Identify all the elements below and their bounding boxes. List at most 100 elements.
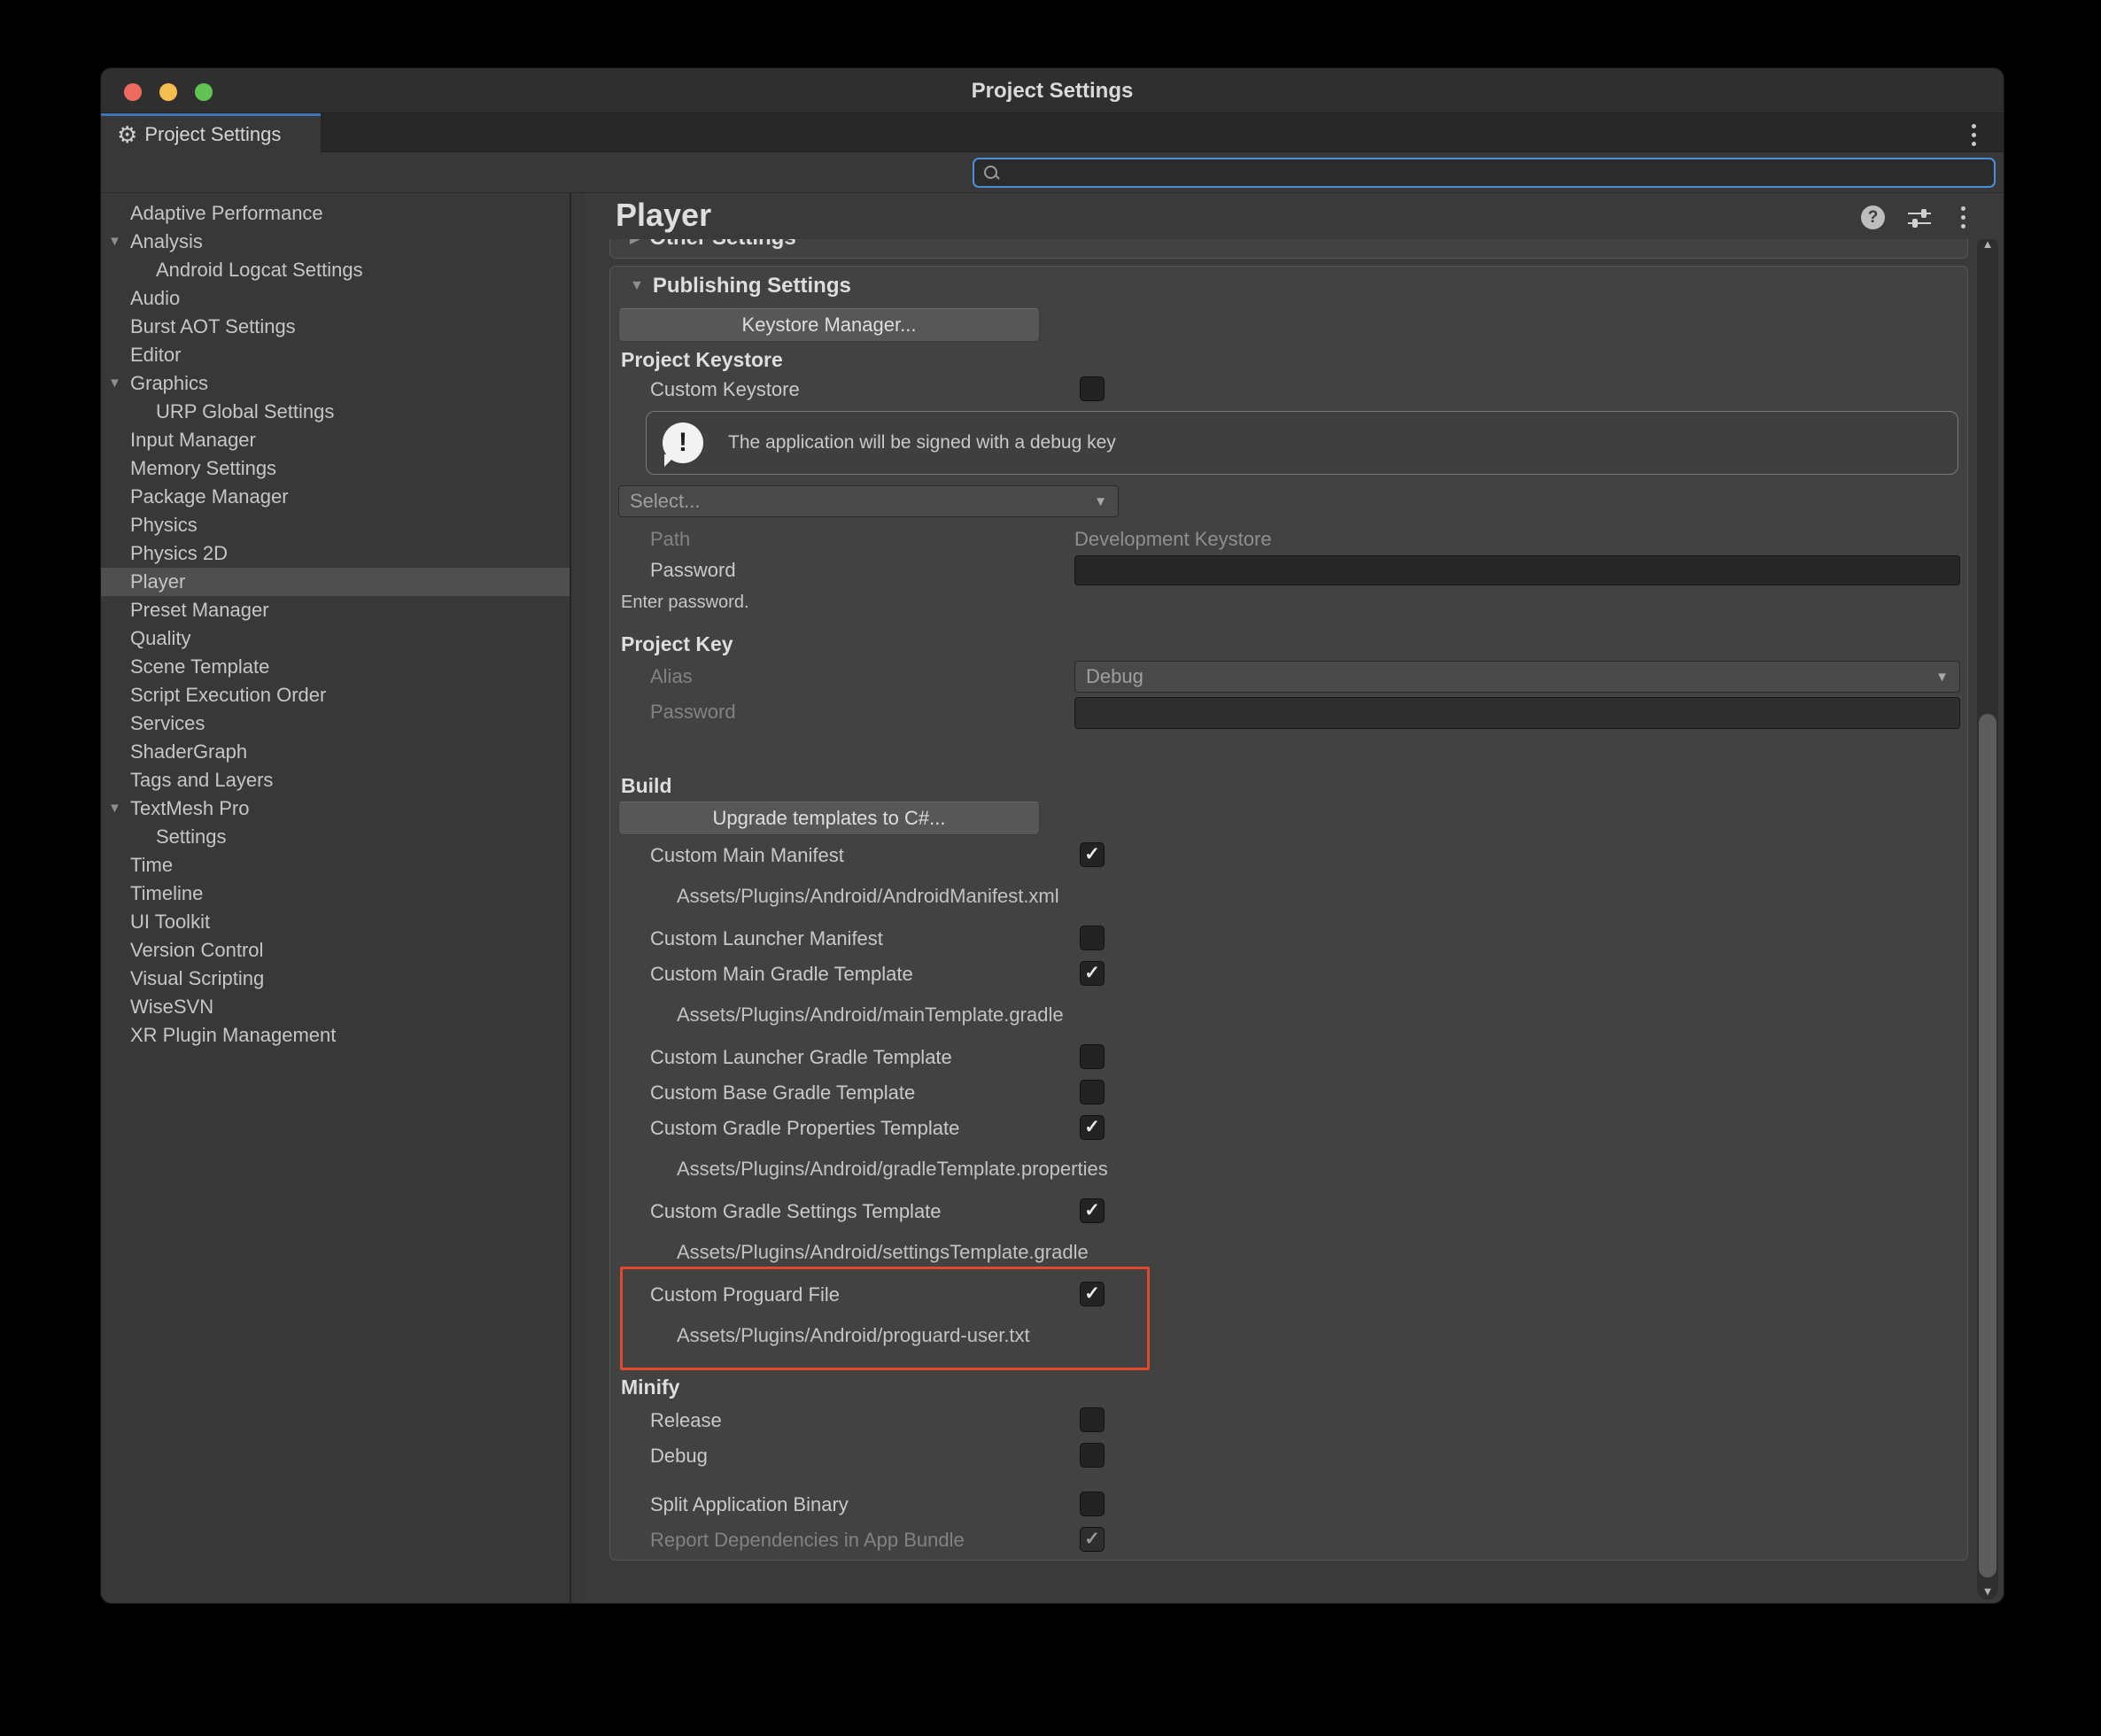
keystore-select-dropdown[interactable]: Select... ▼: [618, 485, 1119, 517]
debug-label: Debug: [650, 1445, 708, 1468]
scroll-up-icon[interactable]: ▲: [1977, 237, 1998, 251]
vertical-scrollbar[interactable]: ▲ ▼: [1977, 236, 1998, 1600]
sidebar-item-xr-plugin-management[interactable]: ▼ XR Plugin Management: [101, 1021, 570, 1050]
sidebar-item-wisesvn[interactable]: ▼ WiseSVN: [101, 993, 570, 1021]
search-icon: [983, 165, 999, 181]
sidebar-item-tags-and-layers[interactable]: ▼ Tags and Layers: [101, 766, 570, 794]
foldout-triangle-icon[interactable]: ▼: [108, 228, 121, 256]
sidebar-item-version-control[interactable]: ▼ Version Control: [101, 936, 570, 965]
setting-path: Assets/Plugins/Android/gradleTemplate.pr…: [677, 1158, 1108, 1181]
split-application-binary-checkbox[interactable]: [1080, 1492, 1105, 1516]
release-label: Release: [650, 1409, 722, 1432]
tab-project-settings[interactable]: ⚙ Project Settings: [101, 113, 321, 152]
sidebar-item-burst-aot-settings[interactable]: ▼ Burst AOT Settings: [101, 313, 570, 341]
annotation-highlight-box: [620, 1267, 1150, 1370]
custom-gradle-settings-template-checkbox[interactable]: ✓: [1080, 1198, 1105, 1223]
custom-main-manifest-label: Custom Main Manifest: [650, 844, 844, 867]
custom-main-gradle-template-label: Custom Main Gradle Template: [650, 963, 913, 986]
sidebar-item-textmesh-pro[interactable]: ▼ TextMesh Pro: [101, 794, 570, 823]
custom-launcher-gradle-template-checkbox[interactable]: [1080, 1044, 1105, 1069]
chevron-down-icon: ▼: [1094, 494, 1107, 509]
warning-text: The application will be signed with a de…: [728, 432, 1116, 453]
warning-icon: !: [663, 422, 703, 463]
key-password-field[interactable]: [1074, 697, 1960, 729]
sidebar-item-physics[interactable]: ▼ Physics: [101, 511, 570, 539]
search-input[interactable]: [999, 159, 1994, 186]
sidebar-item-settings[interactable]: ▼ Settings: [101, 823, 570, 851]
sidebar-item-quality[interactable]: ▼ Quality: [101, 624, 570, 653]
split-application-binary-label: Split Application Binary: [650, 1493, 849, 1516]
custom-base-gradle-template-label: Custom Base Gradle Template: [650, 1081, 915, 1104]
gear-icon: ⚙: [117, 123, 137, 146]
alias-label: Alias: [650, 665, 693, 688]
project-settings-window: Project Settings ⚙ Project Settings ▼ Ad…: [101, 68, 2004, 1603]
report-dependencies-in-app-bundle-checkbox[interactable]: ✓: [1080, 1527, 1105, 1552]
settings-category-list: ▼ Adaptive Performance ▼ Analysis ▼ Andr…: [101, 193, 571, 1603]
sidebar-item-shadergraph[interactable]: ▼ ShaderGraph: [101, 738, 570, 766]
tab-bar: ⚙ Project Settings: [101, 113, 2004, 152]
help-icon[interactable]: ?: [1861, 205, 1885, 229]
sidebar-item-timeline[interactable]: ▼ Timeline: [101, 880, 570, 908]
chevron-down-icon: ▼: [1935, 670, 1949, 685]
custom-main-manifest-checkbox[interactable]: ✓: [1080, 842, 1105, 867]
debug-checkbox[interactable]: [1080, 1443, 1105, 1468]
foldout-triangle-icon: ▼: [630, 278, 644, 294]
keystore-manager-button[interactable]: Keystore Manager...: [618, 308, 1040, 342]
sidebar-item-visual-scripting[interactable]: ▼ Visual Scripting: [101, 965, 570, 993]
foldout-triangle-icon[interactable]: ▼: [108, 369, 121, 398]
custom-keystore-checkbox[interactable]: [1080, 376, 1105, 401]
sidebar-item-analysis[interactable]: ▼ Analysis: [101, 228, 570, 256]
setting-path: Assets/Plugins/Android/mainTemplate.grad…: [677, 1004, 1064, 1027]
publishing-settings-group: ▼ Publishing Settings Keystore Manager..…: [609, 266, 1968, 1561]
scroll-down-icon[interactable]: ▼: [1977, 1585, 1998, 1598]
custom-launcher-manifest-label: Custom Launcher Manifest: [650, 927, 883, 950]
report-dependencies-in-app-bundle-label: Report Dependencies in App Bundle: [650, 1529, 965, 1552]
sidebar-item-android-logcat-settings[interactable]: ▼ Android Logcat Settings: [101, 256, 570, 284]
sidebar-item-memory-settings[interactable]: ▼ Memory Settings: [101, 454, 570, 483]
project-keystore-header: Project Keystore: [621, 348, 783, 372]
setting-path: Assets/Plugins/Android/proguard-user.txt: [677, 1324, 1030, 1347]
custom-base-gradle-template-checkbox[interactable]: [1080, 1080, 1105, 1104]
sidebar-item-audio[interactable]: ▼ Audio: [101, 284, 570, 313]
custom-gradle-properties-template-label: Custom Gradle Properties Template: [650, 1117, 959, 1140]
sidebar-item-input-manager[interactable]: ▼ Input Manager: [101, 426, 570, 454]
sidebar-item-services[interactable]: ▼ Services: [101, 709, 570, 738]
alias-dropdown[interactable]: Debug ▼: [1074, 661, 1960, 693]
sidebar-item-ui-toolkit[interactable]: ▼ UI Toolkit: [101, 908, 570, 936]
sidebar-item-scene-template[interactable]: ▼ Scene Template: [101, 653, 570, 681]
setting-path: Assets/Plugins/Android/settingsTemplate.…: [677, 1241, 1089, 1264]
sidebar-item-player[interactable]: ▼ Player: [101, 568, 570, 596]
sidebar-item-graphics[interactable]: ▼ Graphics: [101, 369, 570, 398]
custom-launcher-gradle-template-label: Custom Launcher Gradle Template: [650, 1046, 952, 1069]
tab-bar-menu-icon[interactable]: [1965, 124, 1982, 146]
custom-gradle-settings-template-label: Custom Gradle Settings Template: [650, 1200, 942, 1223]
foldout-triangle-icon[interactable]: ▼: [108, 794, 121, 823]
sidebar-item-urp-global-settings[interactable]: ▼ URP Global Settings: [101, 398, 570, 426]
keystore-password-field[interactable]: [1074, 555, 1960, 585]
sidebar-item-physics-2d[interactable]: ▼ Physics 2D: [101, 539, 570, 568]
player-settings-panel: ▶ Other Settings Player ? ▼ Publishing S…: [585, 193, 2004, 1603]
sidebar-item-adaptive-performance[interactable]: ▼ Adaptive Performance: [101, 199, 570, 228]
search-box[interactable]: [973, 158, 1996, 188]
sidebar-item-time[interactable]: ▼ Time: [101, 851, 570, 880]
publishing-settings-foldout[interactable]: ▼ Publishing Settings: [630, 274, 851, 298]
release-checkbox[interactable]: [1080, 1407, 1105, 1432]
keystore-path-label: Path: [650, 528, 690, 551]
sidebar-item-editor[interactable]: ▼ Editor: [101, 341, 570, 369]
setting-path: Assets/Plugins/Android/AndroidManifest.x…: [677, 885, 1059, 908]
search-toolbar: [101, 152, 2004, 193]
custom-proguard-file-checkbox[interactable]: ✓: [1080, 1282, 1105, 1306]
sidebar-item-script-execution-order[interactable]: ▼ Script Execution Order: [101, 681, 570, 709]
sidebar-item-package-manager[interactable]: ▼ Package Manager: [101, 483, 570, 511]
custom-launcher-manifest-checkbox[interactable]: [1080, 926, 1105, 950]
custom-gradle-properties-template-checkbox[interactable]: ✓: [1080, 1115, 1105, 1140]
key-password-label: Password: [650, 701, 736, 724]
upgrade-templates-button[interactable]: Upgrade templates to C#...: [618, 802, 1040, 835]
presets-icon[interactable]: [1908, 206, 1931, 229]
panel-header: Player: [585, 193, 2004, 239]
custom-main-gradle-template-checkbox[interactable]: ✓: [1080, 961, 1105, 986]
sidebar-item-preset-manager[interactable]: ▼ Preset Manager: [101, 596, 570, 624]
panel-menu-icon[interactable]: [1954, 206, 1972, 229]
custom-keystore-label: Custom Keystore: [650, 378, 800, 401]
scrollbar-thumb[interactable]: [1979, 714, 1996, 1577]
